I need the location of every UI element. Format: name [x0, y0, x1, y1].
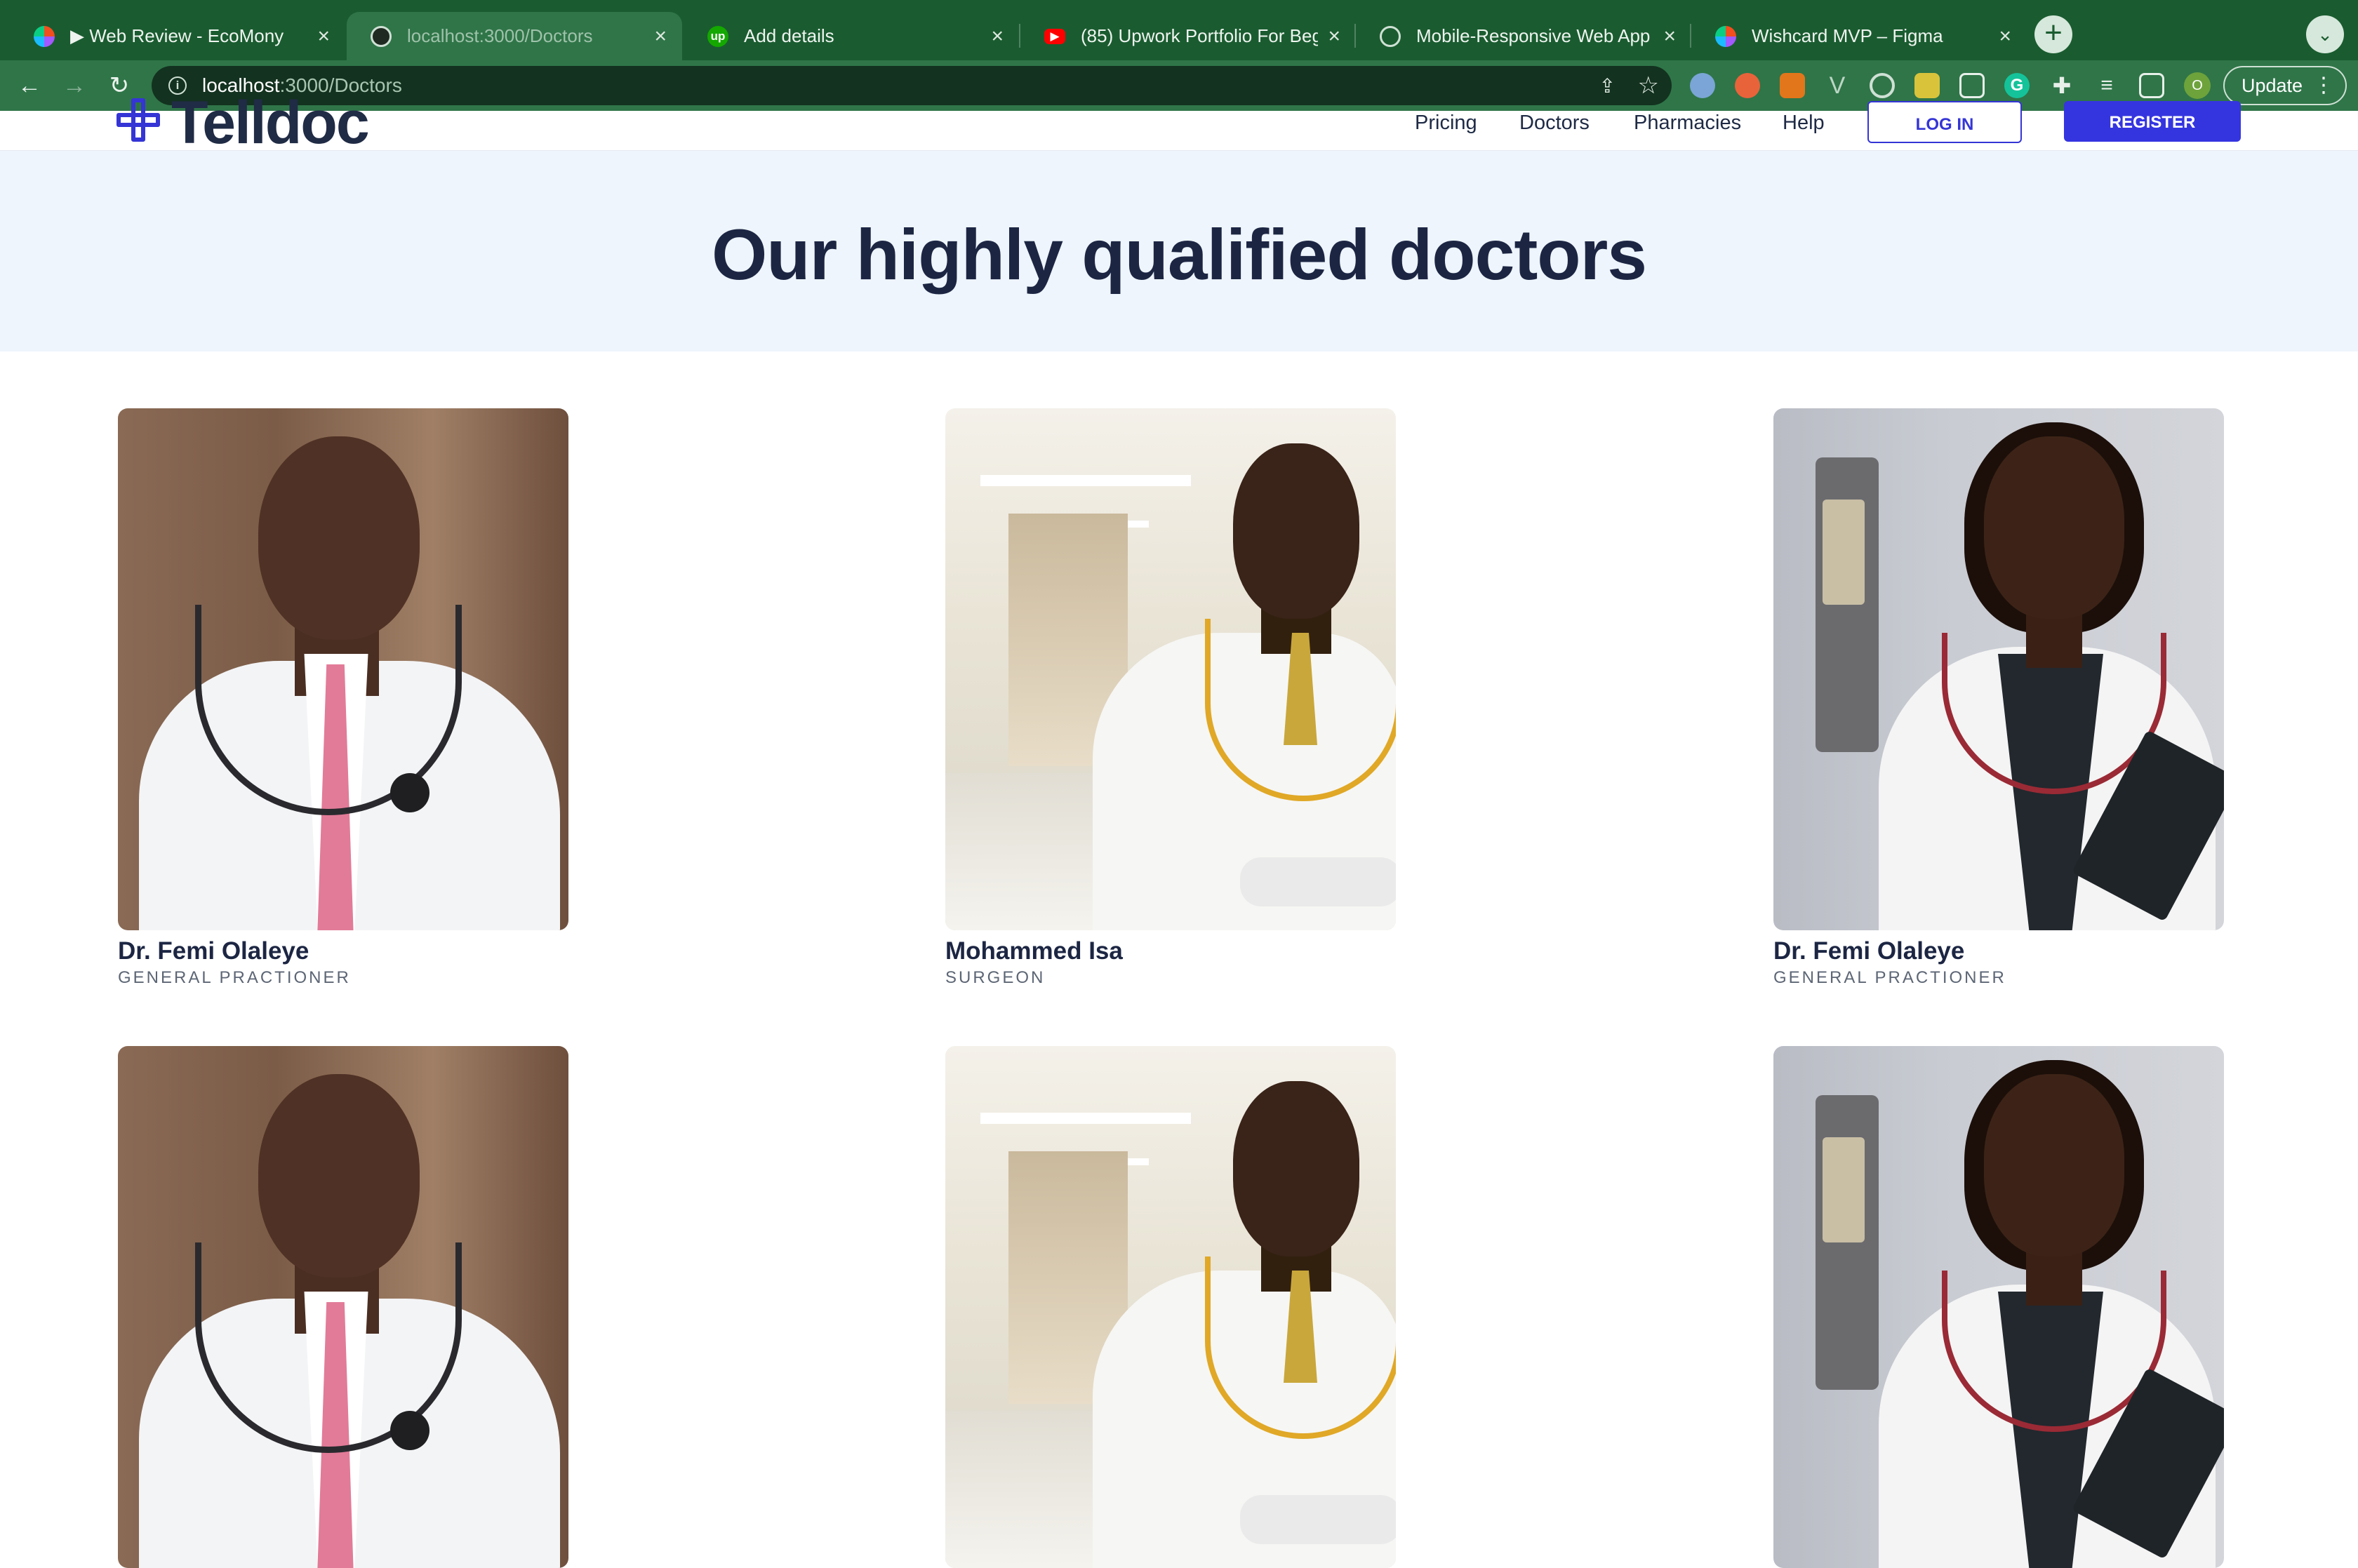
metamask-icon[interactable] [1780, 73, 1805, 98]
register-button[interactable]: REGISTER [2064, 101, 2241, 142]
doctor-photo[interactable] [118, 408, 568, 930]
tab-title: localhost:3000/Doctors [407, 25, 593, 46]
forward-arrow-icon[interactable]: → [59, 70, 90, 101]
doctor-name[interactable]: Dr. Femi Olaleye [1773, 937, 2224, 965]
address-bar[interactable]: i localhost:3000/Doctors ⇪ ☆ [152, 66, 1672, 105]
login-button[interactable]: LOG IN [1867, 101, 2022, 143]
tab-chatgpt[interactable]: Mobile-Responsive Web App × [1356, 12, 1691, 60]
side-panel-icon[interactable] [2139, 73, 2164, 98]
close-icon[interactable]: × [317, 25, 330, 47]
close-icon[interactable]: × [654, 25, 667, 47]
doctor-name[interactable]: Mohammed Isa [945, 937, 1396, 965]
doctor-role: SURGEON [945, 968, 1046, 987]
logo-text: Telldoc [171, 89, 370, 156]
globe-icon [371, 25, 392, 47]
doctor-photo[interactable] [945, 1046, 1396, 1568]
vimeo-icon[interactable]: V [1825, 73, 1850, 98]
doctor-photo[interactable] [118, 1046, 568, 1568]
close-icon[interactable]: × [1999, 25, 2011, 47]
medical-cross-icon [116, 98, 160, 142]
share-icon[interactable]: ⇪ [1599, 74, 1616, 98]
puzzle-icon[interactable]: ✚ [2049, 73, 2074, 98]
nav-pharmacies[interactable]: Pharmacies [1634, 111, 1741, 135]
browser-tab-strip: ▶ Web Review - EcoMony × localhost:3000/… [0, 0, 2358, 60]
doctor-role: GENERAL PRACTIONER [1773, 968, 2006, 987]
extension-icon[interactable] [1690, 73, 1715, 98]
profile-avatar[interactable]: O [2184, 72, 2211, 99]
tab-title: Mobile-Responsive Web App [1416, 25, 1651, 46]
tab-title: Wishcard MVP – Figma [1752, 25, 1943, 46]
new-tab-button[interactable]: + [2034, 15, 2072, 53]
youtube-icon: ▶ [1044, 28, 1065, 44]
doctor-card[interactable]: Mohammed Isa SURGEON [945, 408, 1396, 988]
figma-icon [34, 25, 55, 47]
bookmark-star-icon[interactable]: ☆ [1638, 72, 1659, 100]
image-icon[interactable] [1959, 73, 1985, 98]
figma-icon [1715, 25, 1736, 47]
telldoc-logo[interactable]: Telldoc [116, 93, 370, 153]
close-icon[interactable]: × [1663, 25, 1676, 47]
tab-search-button[interactable]: ⌄ [2306, 15, 2344, 53]
openai-icon [1380, 25, 1401, 47]
doctor-card[interactable]: Dr. Femi Olaleye GENERAL PRACTIONER [1773, 408, 2224, 988]
doctor-role: GENERAL PRACTIONER [118, 968, 351, 987]
doctor-card[interactable] [1773, 1046, 2224, 1568]
tab-add-details[interactable]: up Add details × [684, 12, 1019, 60]
page-title: Our highly qualified doctors [711, 215, 1647, 295]
extension-icon[interactable] [1735, 73, 1760, 98]
more-icon: ⋮ [2313, 74, 2334, 97]
tab-wishcard[interactable]: Wishcard MVP – Figma × [1691, 12, 2027, 60]
tab-title: (85) Upwork Portfolio For Begi [1081, 25, 1319, 46]
reading-list-icon[interactable]: ≡ [2094, 73, 2119, 98]
nav-doctors[interactable]: Doctors [1519, 111, 1590, 135]
doctor-name[interactable]: Dr. Femi Olaleye [118, 937, 568, 965]
nav-help[interactable]: Help [1783, 111, 1825, 135]
extension-icon[interactable] [1914, 73, 1940, 98]
close-icon[interactable]: × [991, 25, 1004, 47]
grammarly-icon[interactable]: G [2004, 73, 2030, 98]
reload-icon[interactable]: ↻ [104, 70, 135, 101]
update-button[interactable]: Update ⋮ [2223, 66, 2347, 105]
doctor-photo[interactable] [1773, 1046, 2224, 1568]
tab-title: Add details [744, 25, 834, 46]
tab-title: ▶ Web Review - EcoMony [70, 25, 284, 46]
doctor-card[interactable] [118, 1046, 568, 1568]
site-header: Telldoc Pricing Doctors Pharmacies Help … [0, 93, 2358, 153]
hero-section: Our highly qualified doctors [0, 151, 2358, 351]
doctor-photo[interactable] [945, 408, 1396, 930]
doctor-card[interactable] [945, 1046, 1396, 1568]
tab-youtube[interactable]: ▶ (85) Upwork Portfolio For Begi × [1020, 12, 1356, 60]
tab-web-review[interactable]: ▶ Web Review - EcoMony × [10, 12, 345, 60]
close-icon[interactable]: × [1328, 25, 1340, 47]
doctor-card[interactable]: Dr. Femi Olaleye GENERAL PRACTIONER [118, 408, 568, 988]
doctor-photo[interactable] [1773, 408, 2224, 930]
back-arrow-icon[interactable]: ← [14, 70, 45, 101]
target-icon[interactable] [1870, 73, 1895, 98]
nav-pricing[interactable]: Pricing [1415, 111, 1477, 135]
upwork-icon: up [707, 25, 728, 47]
tab-doctors[interactable]: localhost:3000/Doctors × [347, 12, 682, 60]
